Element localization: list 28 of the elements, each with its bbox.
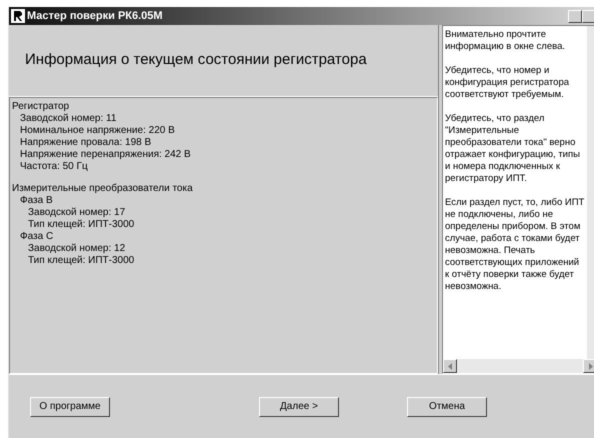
tree-item: Напряжение провала: 198 В bbox=[20, 137, 152, 149]
horizontal-scrollbar[interactable] bbox=[443, 359, 594, 373]
tree-item: Заводской номер: 17 bbox=[28, 207, 126, 219]
tree-item: Регистратор bbox=[12, 101, 70, 113]
help-paragraph: Внимательно прочтите информацию в окне слева. bbox=[445, 29, 566, 53]
help-paragraph: Убедитесь, что номер и конфигурация регистратора соответствуют требуемым. bbox=[445, 65, 570, 101]
tree-item: Фаза В bbox=[20, 195, 54, 207]
help-paragraph: Если раздел пуст, то, либо ИПТ не подключены, либо не определены прибором. В этом случае, работа с токами будет невозможна. Печать соответствующих приложений к отчёту поверки также будет невозможна. bbox=[445, 197, 585, 293]
tree-item: Фаза С bbox=[20, 231, 54, 243]
tree-item: Напряжение перенапряжения: 242 В bbox=[20, 149, 192, 161]
tree-item: Заводской номер: 11 bbox=[20, 113, 118, 125]
app-logo-icon bbox=[11, 9, 25, 23]
page-heading: Информация о текущем состоянии регистратора bbox=[25, 50, 367, 70]
tree-item: Тип клещей: ИПТ-3000 bbox=[28, 255, 136, 267]
dialog-button[interactable]: Далее > bbox=[259, 396, 339, 416]
dialog-button[interactable]: Отмена bbox=[407, 396, 487, 416]
tree-item: Номинальное напряжение: 220 В bbox=[20, 125, 176, 137]
maximize-button[interactable] bbox=[582, 10, 594, 22]
window-title: Мастер поверки РК6.05М bbox=[27, 8, 163, 24]
dialog-button[interactable]: О программе bbox=[30, 396, 110, 416]
tree-item: Измерительные преобразователи тока bbox=[12, 183, 194, 195]
tree-item: Заводской номер: 12 bbox=[28, 243, 126, 255]
tree-item: Частота: 50 Гц bbox=[20, 161, 89, 173]
tree-item: Тип клещей: ИПТ-3000 bbox=[28, 219, 136, 231]
scroll-left-icon[interactable] bbox=[443, 359, 457, 373]
minimize-button[interactable] bbox=[568, 10, 582, 22]
scroll-right-icon[interactable] bbox=[583, 359, 594, 373]
help-paragraph: Убедитесь, что раздел "Измерительные преобразователи тока" верно отражает конфигурацию, типы и номера подключенных к регистратору ИПТ. bbox=[445, 113, 581, 185]
